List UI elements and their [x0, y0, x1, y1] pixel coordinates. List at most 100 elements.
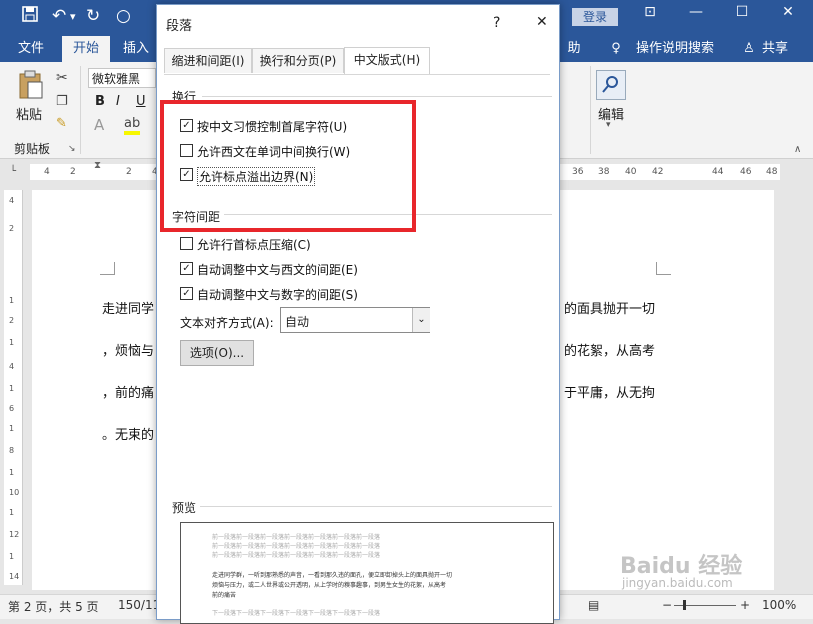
highlight-annotation-box: [160, 100, 416, 232]
document-text[interactable]: 走进同学: [102, 298, 154, 317]
dialog-launcher-icon[interactable]: ↘: [68, 144, 76, 154]
vruler-tick: 10: [9, 488, 20, 497]
document-text[interactable]: 于平庸，从无拘: [564, 382, 655, 401]
document-text[interactable]: 的面具抛开一切: [564, 298, 655, 317]
ruler-tick: 44: [712, 167, 724, 177]
checkbox-label[interactable]: 自动调整中文与西文的间距(E): [197, 261, 358, 278]
ruler-tick: 38: [598, 167, 610, 177]
paste-icon[interactable]: [18, 70, 44, 100]
undo-icon[interactable]: ↶: [52, 6, 66, 26]
ruler-tick: 4: [44, 167, 50, 177]
circle-icon[interactable]: ○: [116, 6, 131, 26]
tell-me-search[interactable]: 操作说明搜索: [630, 36, 720, 62]
edit-label[interactable]: 编辑: [598, 104, 624, 123]
dialog-close-button[interactable]: ✕: [536, 14, 548, 30]
checkbox-space-asian-numbers[interactable]: ✓: [180, 287, 193, 300]
tab-selector-icon[interactable]: └: [10, 166, 16, 177]
zoom-out-icon[interactable]: −: [662, 598, 672, 612]
document-text[interactable]: 。无束的: [102, 424, 154, 443]
vruler-tick: 4: [9, 196, 15, 205]
maximize-icon[interactable]: ☐: [722, 4, 762, 20]
page-count[interactable]: 第 2 页，共 5 页: [8, 598, 99, 615]
minimize-icon[interactable]: —: [676, 4, 716, 20]
lightbulb-icon: ♀: [611, 41, 621, 56]
text-effects-icon[interactable]: A: [94, 116, 104, 134]
ruler-tick: 2: [126, 167, 132, 177]
preview-label: 预览: [172, 501, 197, 515]
format-painter-icon[interactable]: ✎: [56, 116, 67, 131]
ruler-tick: 42: [652, 167, 664, 177]
checkbox-space-asian-latin[interactable]: ✓: [180, 262, 193, 275]
login-button[interactable]: 登录: [572, 8, 618, 26]
vruler-tick: 2: [9, 316, 15, 325]
group-divider-right: [590, 66, 591, 154]
tab-indent-spacing[interactable]: 缩进和间距(I): [164, 48, 252, 73]
preview-prev-text: 前一段落前一段落前一段落前一段落前一段落前一段落前一段落: [212, 552, 381, 559]
document-text[interactable]: ，烦恼与: [102, 340, 154, 359]
read-mode-icon[interactable]: ▤: [588, 598, 599, 612]
ruler-tick: 36: [572, 167, 584, 177]
ruler-tick: 2: [70, 167, 76, 177]
zoom-slider-thumb[interactable]: [683, 600, 686, 610]
vruler-tick: 1: [9, 468, 15, 477]
checkbox-label[interactable]: 允许行首标点压缩(C): [197, 236, 311, 253]
redo-icon[interactable]: ↻: [86, 6, 100, 26]
preview-prev-text: 前一段落前一段落前一段落前一段落前一段落前一段落前一段落: [212, 534, 381, 541]
vruler-tick: 1: [9, 384, 15, 393]
save-icon[interactable]: [22, 6, 38, 27]
zoom-in-icon[interactable]: +: [740, 598, 750, 612]
vruler-tick: 12: [9, 530, 20, 539]
preview-next-text: 下一段落下一段落下一段落下一段落下一段落下一段落下一段落: [212, 610, 381, 617]
section-divider: [200, 506, 552, 507]
tab-file[interactable]: 文件: [8, 36, 54, 62]
share-button[interactable]: 共享: [758, 36, 792, 62]
bold-button[interactable]: B: [95, 94, 105, 109]
options-button[interactable]: 选项(O)...: [180, 340, 254, 366]
edit-dropdown-icon[interactable]: ▾: [606, 120, 611, 130]
word-count[interactable]: 150/11: [118, 598, 160, 612]
chevron-down-icon[interactable]: ⌄: [412, 308, 430, 332]
text-alignment-select[interactable]: 自动 ⌄: [280, 307, 430, 333]
preview-body-text: 前的痛苦: [212, 592, 237, 599]
margin-corner-mark: [100, 262, 115, 275]
margin-corner-mark: [656, 262, 671, 275]
italic-button[interactable]: I: [116, 94, 120, 109]
preview-prev-text: 前一段落前一段落前一段落前一段落前一段落前一段落前一段落: [212, 543, 381, 550]
undo-dropdown-icon[interactable]: ▾: [70, 10, 76, 23]
underline-button[interactable]: U: [136, 94, 146, 109]
find-icon[interactable]: [596, 70, 626, 100]
dialog-title: 段落: [166, 19, 193, 34]
vruler-tick: 1: [9, 338, 15, 347]
checkbox-compress-punctuation[interactable]: [180, 237, 193, 250]
tab-insert[interactable]: 插入: [116, 36, 156, 62]
vruler-tick: 1: [9, 508, 15, 517]
vruler-tick: 1: [9, 424, 15, 433]
text-alignment-value: 自动: [285, 315, 310, 329]
tab-asian-typography[interactable]: 中文版式(H): [344, 47, 430, 74]
document-text[interactable]: ，前的痛: [102, 382, 154, 401]
ruler-tick: 40: [625, 167, 637, 177]
ribbon-display-icon[interactable]: ⊡: [630, 4, 670, 20]
baidu-watermark-url: jingyan.baidu.com: [622, 576, 733, 590]
indent-marker-icon[interactable]: ⧗: [94, 160, 101, 171]
collapse-ribbon-icon[interactable]: ∧: [794, 144, 801, 155]
cut-icon[interactable]: ✂: [56, 70, 68, 86]
copy-icon[interactable]: ❐: [56, 94, 68, 109]
dialog-help-button[interactable]: ?: [493, 15, 500, 31]
checkbox-label[interactable]: 自动调整中文与数字的间距(S): [197, 286, 358, 303]
ruler-tick: 48: [766, 167, 778, 177]
tab-help[interactable]: 助: [562, 36, 586, 62]
document-text[interactable]: 的花絮，从高考: [564, 340, 655, 359]
vruler-tick: 14: [9, 572, 20, 581]
vruler-tick: 2: [9, 224, 15, 233]
tab-line-page-breaks[interactable]: 换行和分页(P): [252, 48, 344, 73]
vruler-tick: 8: [9, 446, 15, 455]
window-close-icon[interactable]: ✕: [768, 4, 808, 20]
ruler-tick: 46: [740, 167, 752, 177]
highlight-icon[interactable]: ab: [124, 116, 141, 135]
tab-home[interactable]: 开始: [62, 36, 110, 62]
zoom-level[interactable]: 100%: [762, 598, 796, 612]
font-name-input[interactable]: 微软雅黑: [88, 68, 156, 88]
paste-label[interactable]: 粘贴: [16, 104, 42, 123]
clipboard-group-label: 剪贴板: [14, 142, 51, 156]
